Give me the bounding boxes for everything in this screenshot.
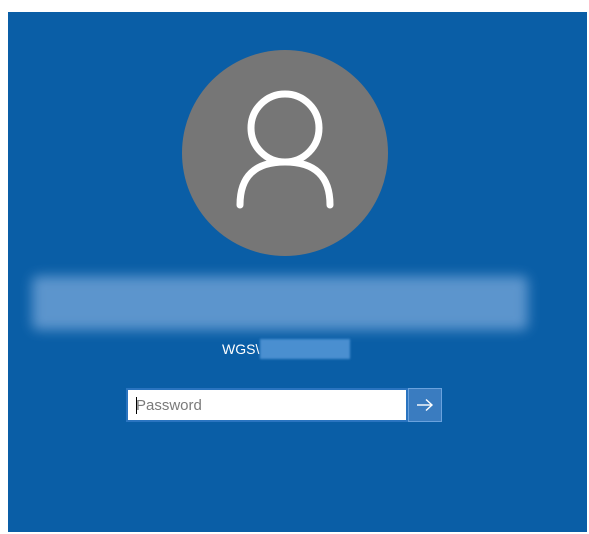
user-silhouette-icon bbox=[236, 90, 334, 209]
password-field-container[interactable] bbox=[126, 388, 408, 422]
lock-screen: WGS\ bbox=[8, 12, 587, 532]
user-avatar bbox=[182, 50, 388, 256]
domain-prefix: WGS\ bbox=[222, 341, 260, 357]
domain-account-redacted bbox=[260, 339, 351, 359]
arrow-right-icon bbox=[417, 398, 434, 412]
username-redacted bbox=[32, 276, 528, 330]
text-cursor bbox=[136, 397, 137, 414]
account-domain: WGS\ bbox=[222, 339, 351, 359]
password-input[interactable] bbox=[128, 390, 406, 420]
submit-button[interactable] bbox=[408, 388, 442, 422]
